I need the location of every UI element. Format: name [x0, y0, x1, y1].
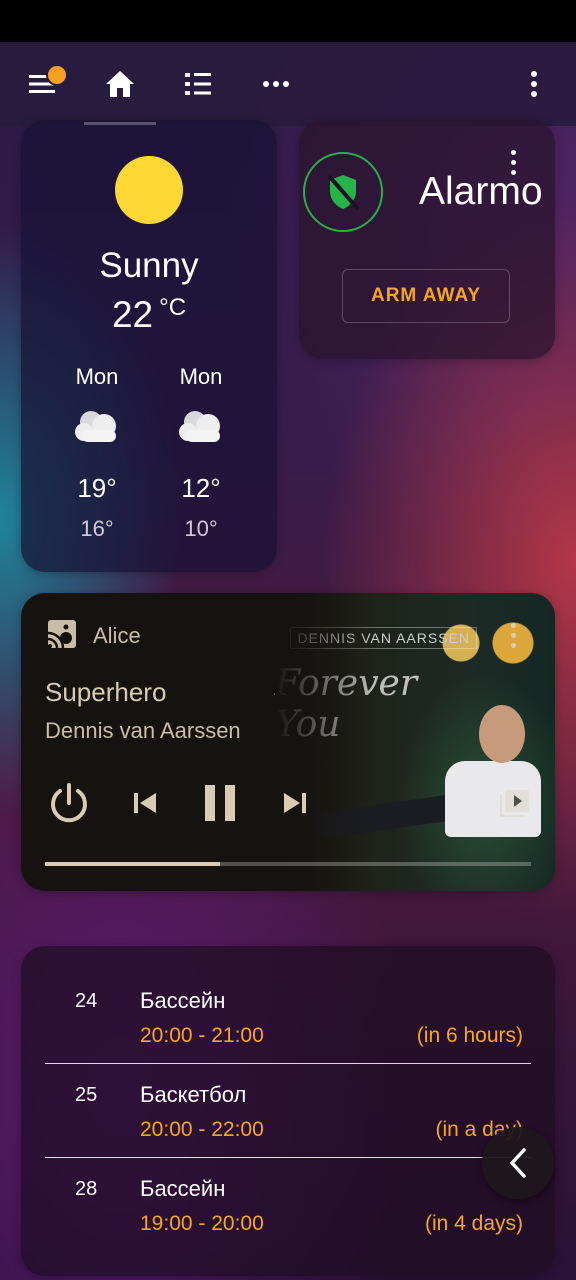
- tab-list[interactable]: [162, 42, 234, 126]
- back-button[interactable]: [482, 1127, 554, 1199]
- event-day: 24: [75, 990, 98, 1012]
- more-vertical-icon: [531, 71, 537, 97]
- weather-temperature: 22 °C: [21, 294, 277, 336]
- media-artist: Dennis van Aarssen: [45, 718, 241, 743]
- tab-more[interactable]: [240, 42, 312, 126]
- calendar-card: 24 Бассейн 20:00 - 21:00 (in 6 hours) 25…: [21, 946, 555, 1276]
- skip-next-icon: [284, 793, 306, 813]
- tab-home[interactable]: [84, 42, 156, 126]
- temperature-value: 22: [111, 294, 154, 335]
- forecast-item: Mon 12° 10°: [149, 364, 253, 542]
- weather-state: Sunny: [99, 246, 199, 285]
- forecast-high: 12°: [181, 473, 221, 503]
- status-bar: [0, 0, 576, 42]
- alarm-panel-card: Alarmo ARM AWAY: [299, 120, 555, 359]
- forecast-high: 19°: [77, 473, 117, 503]
- forecast-item: Mon 19° 16°: [45, 364, 149, 542]
- event-title: Бассейн: [140, 1176, 226, 1201]
- arm-away-button[interactable]: ARM AWAY: [342, 269, 510, 323]
- cloudy-icon: [75, 411, 116, 442]
- power-button[interactable]: [45, 779, 93, 827]
- shield-off-icon: [327, 174, 360, 211]
- overflow-menu-button[interactable]: [498, 42, 570, 126]
- top-toolbar: [0, 42, 576, 126]
- event-relative-time: (in 4 days): [424, 1212, 523, 1235]
- event-day: 25: [75, 1084, 98, 1106]
- home-icon: [106, 71, 134, 97]
- media-player-name: Alice: [93, 623, 141, 648]
- event-relative-time: (in 6 hours): [416, 1024, 523, 1047]
- media-title: Superhero: [45, 677, 167, 707]
- media-menu-button[interactable]: [501, 619, 525, 651]
- event-time: 19:00 - 20:00: [140, 1212, 264, 1235]
- skip-previous-icon: [134, 793, 156, 813]
- forecast-day: Mon: [75, 364, 119, 389]
- event-time: 20:00 - 22:00: [140, 1118, 264, 1141]
- event-title: Бассейн: [140, 988, 226, 1013]
- album-art-fade: [275, 593, 375, 891]
- cloudy-icon: [179, 411, 220, 442]
- menu-button[interactable]: [6, 42, 78, 126]
- chevron-left-icon: [510, 1148, 526, 1178]
- weather-card[interactable]: Sunny 22 °C Mon 19° 16° Mon 12° 10°: [21, 120, 277, 572]
- power-icon: [51, 783, 87, 823]
- event-title: Баскетбол: [140, 1082, 247, 1107]
- forecast-day: Mon: [179, 364, 223, 389]
- temperature-unit: °C: [159, 294, 187, 321]
- forecast-low: 16°: [80, 516, 114, 541]
- list-icon: [185, 73, 211, 95]
- event-day: 28: [75, 1178, 98, 1200]
- event-time: 20:00 - 21:00: [140, 1024, 264, 1047]
- alarm-state-indicator[interactable]: [303, 152, 383, 232]
- pause-icon: [205, 785, 235, 821]
- sunny-icon: [115, 156, 183, 224]
- media-browse-button[interactable]: [495, 783, 535, 823]
- notification-badge: [46, 64, 68, 86]
- pause-button[interactable]: [195, 775, 245, 831]
- media-player-card: DENNIS VAN AARSSEN Forever You Alice Sup…: [21, 593, 555, 891]
- more-horizontal-icon: [263, 81, 289, 87]
- speaker-cast-icon: [47, 620, 76, 649]
- calendar-event[interactable]: 28 Бассейн 19:00 - 20:00 (in 4 days): [45, 1158, 531, 1252]
- calendar-event[interactable]: 24 Бассейн 20:00 - 21:00 (in 6 hours): [45, 970, 531, 1064]
- next-track-button[interactable]: [275, 783, 315, 823]
- media-progress-fill: [45, 862, 220, 866]
- album-art-figure: [479, 705, 525, 763]
- forecast-low: 10°: [184, 516, 218, 541]
- media-progress-bar[interactable]: [45, 862, 531, 866]
- alarm-name: Alarmo: [419, 170, 543, 213]
- previous-track-button[interactable]: [125, 783, 165, 823]
- playlist-play-icon: [500, 790, 529, 817]
- calendar-event[interactable]: 25 Баскетбол 20:00 - 22:00 (in a day): [45, 1064, 531, 1158]
